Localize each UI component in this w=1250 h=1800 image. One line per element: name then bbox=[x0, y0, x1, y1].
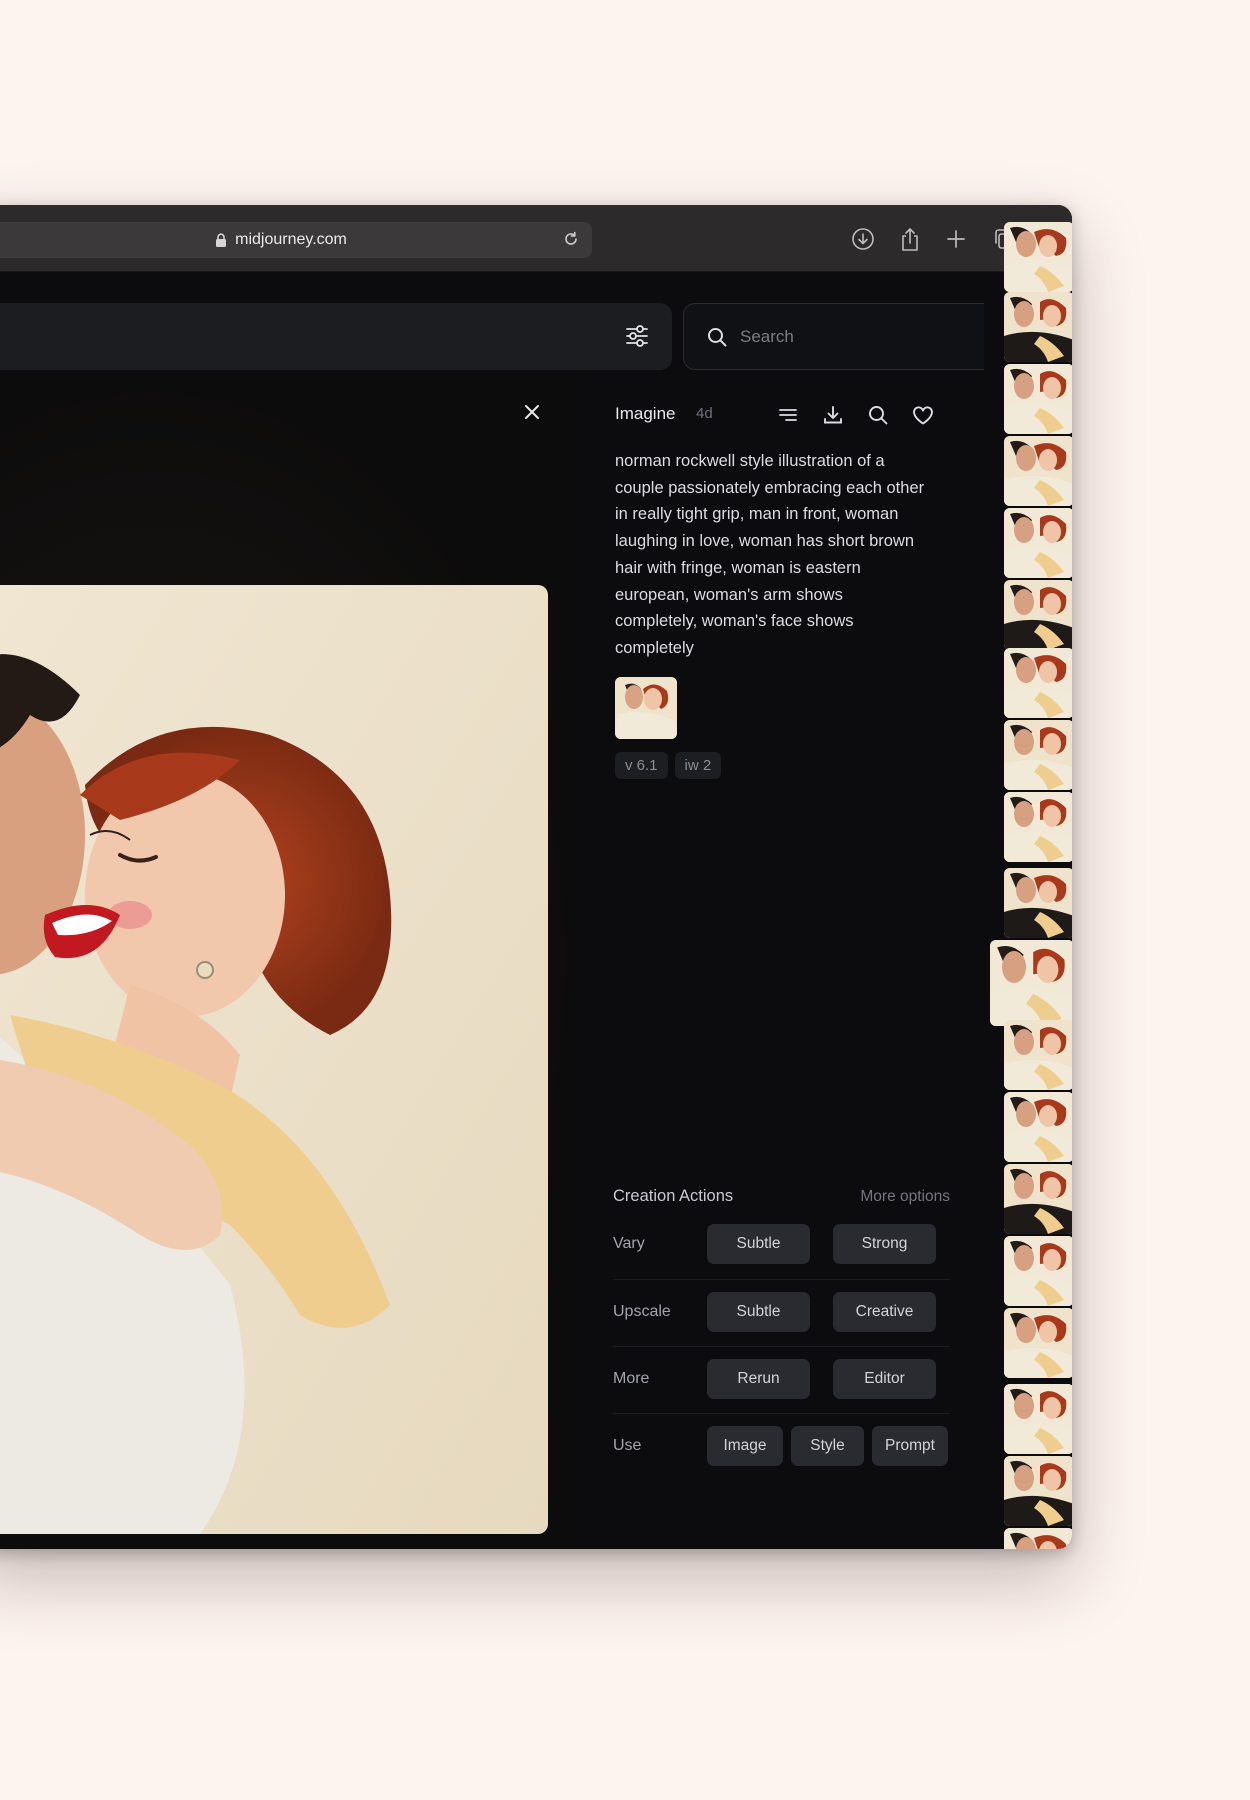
vary-strong-button[interactable]: Strong bbox=[833, 1224, 936, 1264]
browser-window: midjourney.com Search Imagine 4d norman … bbox=[0, 205, 1072, 1549]
job-age: 4d bbox=[696, 405, 713, 422]
use-prompt-button[interactable]: Prompt bbox=[872, 1426, 948, 1466]
thumbnail[interactable] bbox=[1004, 364, 1072, 434]
editor-button[interactable]: Editor bbox=[833, 1359, 936, 1399]
prompt-text: norman rockwell style illustration of a … bbox=[615, 452, 925, 657]
thumbnail[interactable] bbox=[1004, 1164, 1072, 1234]
vary-row: Vary Subtle Strong bbox=[613, 1212, 950, 1279]
use-label: Use bbox=[613, 1437, 642, 1454]
upscale-creative-button[interactable]: Creative bbox=[833, 1292, 936, 1332]
search-icon bbox=[706, 326, 728, 348]
search-icon[interactable] bbox=[865, 402, 891, 428]
image-reference-thumbnail[interactable] bbox=[615, 677, 677, 739]
search-input[interactable]: Search bbox=[683, 303, 1013, 370]
thumbnail[interactable] bbox=[1004, 720, 1072, 790]
thumbnail-strip bbox=[984, 222, 1072, 1549]
rerun-button[interactable]: Rerun bbox=[707, 1359, 810, 1399]
vary-subtle-button[interactable]: Subtle bbox=[707, 1224, 810, 1264]
thumbnail[interactable] bbox=[1004, 436, 1072, 506]
lock-icon bbox=[215, 232, 227, 248]
address-bar[interactable]: midjourney.com bbox=[0, 222, 592, 258]
thumbnail[interactable] bbox=[1004, 222, 1072, 292]
upscale-subtle-button[interactable]: Subtle bbox=[707, 1292, 810, 1332]
filter-sliders-icon[interactable] bbox=[624, 323, 650, 354]
new-tab-icon[interactable] bbox=[942, 225, 970, 253]
url-text: midjourney.com bbox=[235, 231, 347, 248]
more-row: More Rerun Editor bbox=[613, 1346, 950, 1413]
upscale-label: Upscale bbox=[613, 1303, 671, 1320]
close-icon[interactable] bbox=[522, 402, 542, 427]
parameter-tags: v 6.1 iw 2 bbox=[615, 752, 722, 779]
thumbnail[interactable] bbox=[1004, 792, 1072, 862]
creation-actions-title: Creation Actions bbox=[613, 1187, 734, 1205]
browser-toolbar: midjourney.com bbox=[0, 205, 1072, 272]
thumbnail[interactable] bbox=[1004, 1456, 1072, 1526]
list-icon[interactable] bbox=[775, 402, 801, 428]
thumbnail[interactable] bbox=[1004, 292, 1072, 362]
more-label: More bbox=[613, 1370, 650, 1387]
thumbnail[interactable] bbox=[1004, 1308, 1072, 1378]
reload-icon[interactable] bbox=[562, 230, 580, 253]
imagine-bar[interactable] bbox=[0, 303, 672, 370]
thumbnail-selected[interactable] bbox=[990, 940, 1072, 1026]
detail-panel: Imagine 4d norman rockwell style illustr… bbox=[613, 372, 960, 1549]
thumbnail[interactable] bbox=[1004, 1528, 1072, 1549]
use-style-button[interactable]: Style bbox=[791, 1426, 864, 1466]
app-content: Search Imagine 4d norman rockwell style … bbox=[0, 222, 1072, 1549]
thumbnail[interactable] bbox=[1004, 508, 1072, 578]
use-image-button[interactable]: Image bbox=[707, 1426, 783, 1466]
search-placeholder: Search bbox=[740, 326, 794, 346]
generated-image[interactable] bbox=[0, 585, 548, 1534]
thumbnail[interactable] bbox=[1004, 1092, 1072, 1162]
image-viewer bbox=[0, 372, 580, 1549]
share-icon[interactable] bbox=[896, 225, 924, 253]
job-type: Imagine bbox=[615, 404, 676, 423]
thumbnail[interactable] bbox=[1004, 1384, 1072, 1454]
download-icon[interactable] bbox=[849, 225, 877, 253]
thumbnail[interactable] bbox=[1004, 1020, 1072, 1090]
use-row: Use Image Style Prompt bbox=[613, 1413, 950, 1480]
vary-label: Vary bbox=[613, 1235, 645, 1252]
thumbnail[interactable] bbox=[1004, 868, 1072, 938]
version-tag[interactable]: v 6.1 bbox=[615, 752, 668, 779]
upscale-row: Upscale Subtle Creative bbox=[613, 1279, 950, 1346]
image-weight-tag[interactable]: iw 2 bbox=[674, 752, 722, 779]
detail-header: Imagine 4d bbox=[615, 400, 950, 430]
thumbnail[interactable] bbox=[1004, 648, 1072, 718]
more-options-link[interactable]: More options bbox=[860, 1188, 950, 1206]
thumbnail[interactable] bbox=[1004, 580, 1072, 650]
download-icon[interactable] bbox=[820, 402, 846, 428]
heart-icon[interactable] bbox=[910, 402, 936, 428]
thumbnail[interactable] bbox=[1004, 1236, 1072, 1306]
